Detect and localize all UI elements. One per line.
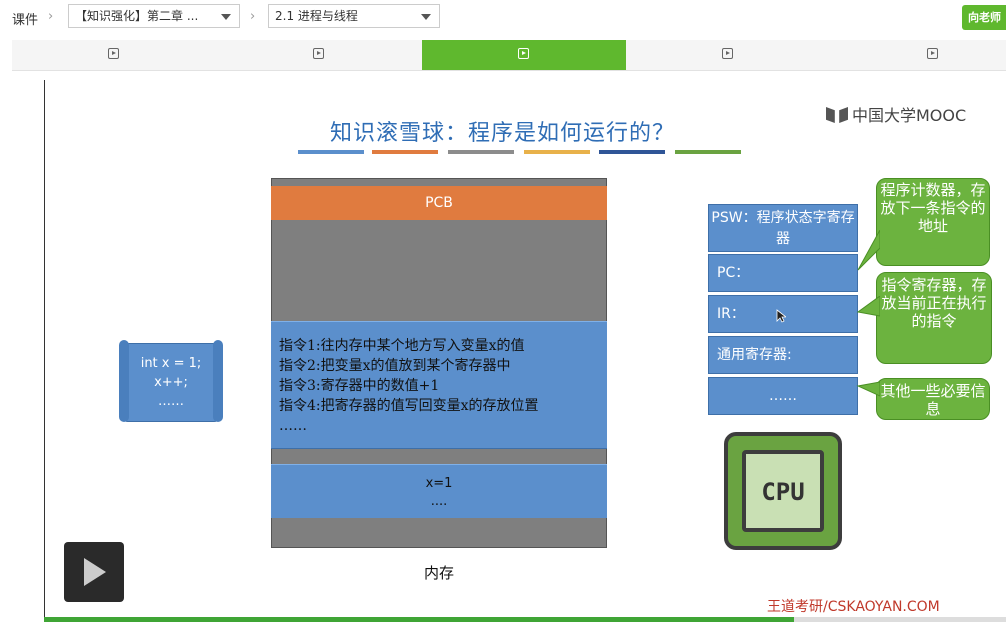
chevron-right-icon: › [250,9,256,24]
ask-teacher-button[interactable]: 向老师 [962,5,1006,30]
instruction-line: …… [279,418,307,434]
tab-video-3[interactable] [422,40,626,70]
register-psw: PSW：程序状态字寄存器 [708,204,858,252]
chapter-select[interactable]: 【知识强化】第二章 ... [68,4,240,28]
callout-pointer [856,296,880,317]
video-play-icon [518,48,529,59]
program-line: x++; [154,375,188,390]
video-progress-bar[interactable] [44,617,1006,622]
video-play-icon [313,48,324,59]
video-play-icon [722,48,733,59]
register-general: 通用寄存器: [708,336,858,374]
title-underline-segment [298,150,364,154]
tab-video-2[interactable] [217,40,422,70]
callout-pointer [856,381,880,397]
program-line: …… [158,394,184,409]
title-underline-segment [675,150,741,154]
tab-video-4[interactable] [626,40,831,70]
chevron-down-icon [221,14,231,20]
title-underline-segment [448,150,514,154]
instruction-line: 指令4:把寄存器的值写回变量x的存放位置 [279,398,539,414]
cpu-die: CPU [742,450,824,532]
section-select-value: 2.1 进程与线程 [275,9,358,23]
video-tabs [12,40,1006,71]
cpu-label: CPU [761,478,805,506]
instruction-block: 指令1:往内存中某个地方写入变量x的值 指令2:把变量x的值放到某个寄存器中 指… [271,321,607,449]
register-pc: PC： [708,254,858,292]
program-scroll: int x = 1; x++; …… [119,340,223,422]
mouse-cursor-icon [776,309,786,323]
section-select[interactable]: 2.1 进程与线程 [268,4,440,28]
memory-label: 内存 [424,564,455,582]
mooc-logo-icon [826,107,848,123]
video-play-icon [108,48,119,59]
tab-video-5[interactable] [831,40,1006,70]
register-other: …… [708,377,858,415]
scroll-roll-left [119,340,129,422]
chapter-select-value: 【知识强化】第二章 ... [75,9,199,23]
data-line: .... [430,494,448,509]
callout-pointer [857,230,880,271]
play-button[interactable] [64,542,124,602]
callout-ir: 指令寄存器，存放当前正在执行的指令 [876,272,992,364]
tab-video-1[interactable] [12,40,217,70]
title-underline-segment [599,150,665,154]
breadcrumb-root[interactable]: 课件 [12,9,38,28]
callout-other: 其他一些必要信息 [876,378,990,420]
data-line: x=1 [425,476,453,491]
video-progress-fill [44,617,795,622]
video-play-icon [927,48,938,59]
instruction-line: 指令3:寄存器中的数值+1 [279,378,440,394]
chevron-right-icon: › [48,9,54,24]
instruction-line: 指令2:把变量x的值放到某个寄存器中 [279,358,511,374]
title-underline-segment [524,150,590,154]
chevron-down-icon [421,14,431,20]
scroll-roll-right [213,340,223,422]
program-line: int x = 1; [140,356,202,371]
title-underline-segment [372,150,438,154]
top-bar: 课件 › 【知识强化】第二章 ... › 2.1 进程与线程 向老师 [0,0,1006,36]
mooc-logo: 中国大学MOOC [826,102,966,126]
slide-title: 知识滚雪球：程序是如何运行的？ [330,121,676,146]
footer-logo: 王道考研/CSKAOYAN.COM [767,599,940,615]
callout-pc: 程序计数器，存放下一条指令的地址 [876,178,990,266]
data-block: x=1 .... [271,464,607,518]
instruction-line: 指令1:往内存中某个地方写入变量x的值 [279,338,525,354]
mooc-logo-text: 中国大学MOOC [852,106,967,125]
cpu-icon: CPU [724,432,842,550]
pcb-block: PCB [271,186,607,220]
